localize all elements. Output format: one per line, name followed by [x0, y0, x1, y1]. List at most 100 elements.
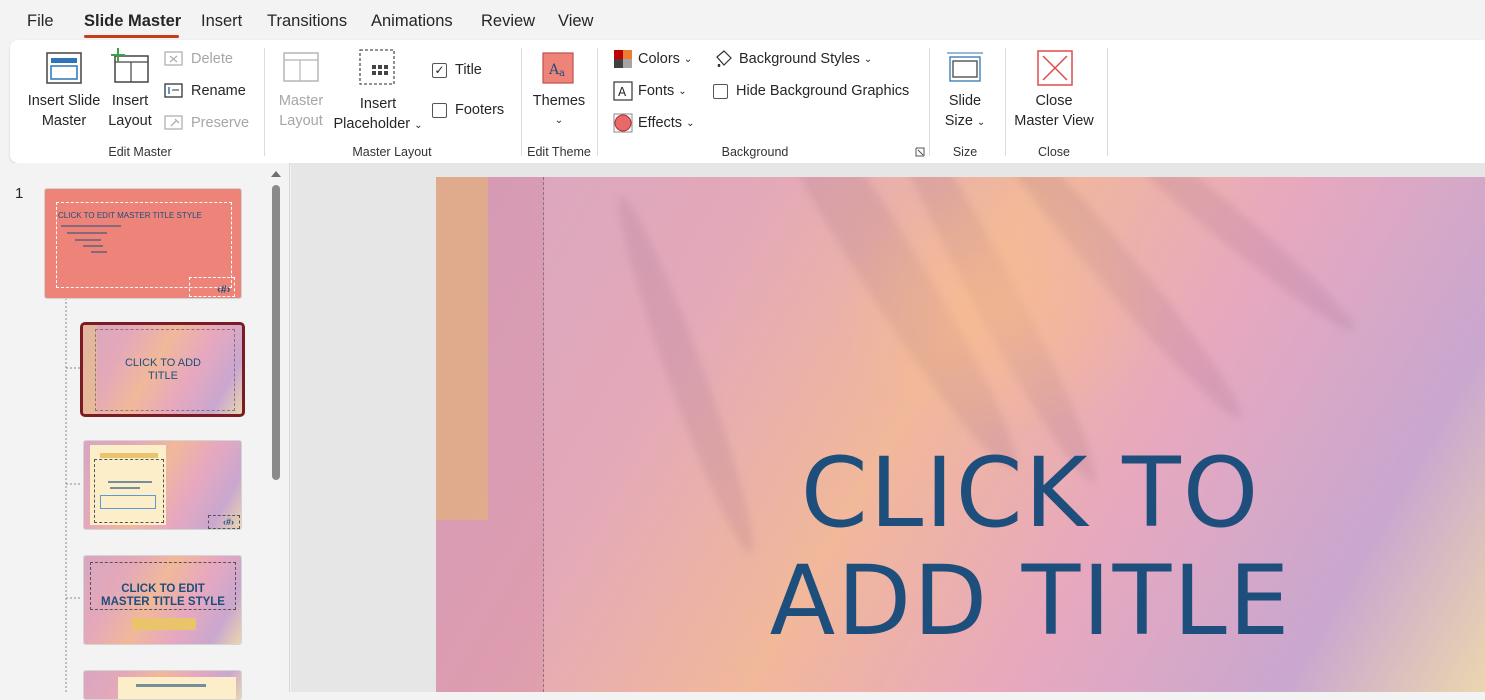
tab-insert[interactable]: Insert — [201, 12, 242, 31]
content-icons — [100, 495, 156, 509]
background-styles-label: Background Styles — [739, 51, 860, 67]
delete-button[interactable]: Delete — [164, 47, 233, 71]
title-checkbox-label: Title — [455, 62, 482, 78]
master-layout-label-2: Layout — [279, 113, 323, 129]
chevron-down-icon: ⌄ — [976, 117, 986, 128]
page-number-symbol: ‹#› — [223, 517, 234, 527]
slide-size-label-2: Size — [944, 113, 973, 129]
group-separator — [597, 48, 598, 156]
hide-background-graphics-label: Hide Background Graphics — [736, 83, 910, 99]
master-layout-icon — [283, 52, 319, 82]
close-master-view-icon — [1037, 50, 1073, 86]
chevron-down-icon: ⌄ — [863, 53, 873, 65]
slide-number: 1 — [15, 185, 24, 202]
ribbon: Insert Slide Master Insert Layout Delete — [10, 40, 1485, 163]
delete-slide-icon — [164, 51, 183, 66]
chevron-down-icon: ⌄ — [554, 115, 564, 126]
slide-preview[interactable]: CLICK TO ADD TITLE — [436, 177, 1485, 692]
colors-label: Colors — [638, 51, 680, 67]
title-checkbox-box[interactable]: ✓ — [432, 62, 447, 78]
effects-label: Effects — [638, 115, 683, 131]
tab-view[interactable]: View — [558, 12, 593, 31]
fonts-button[interactable]: A Fonts ⌄ — [613, 79, 687, 103]
title-bar — [100, 453, 158, 458]
content-placeholder-outline — [94, 459, 164, 523]
warm-glow — [836, 177, 1166, 437]
left-tint-band — [436, 177, 544, 692]
footers-checkbox-label: Footers — [455, 102, 505, 118]
dialog-launcher-icon[interactable] — [915, 147, 925, 157]
insert-placeholder-label-2: Placeholder — [333, 116, 411, 132]
slide-size-label-1: Slide — [948, 93, 982, 109]
layout-thumb-title: CLICK TO ADD TITLE — [124, 357, 201, 382]
delete-label: Delete — [191, 51, 233, 67]
chevron-down-icon: ⌄ — [678, 85, 687, 97]
layout-thumbnail-title-slide[interactable]: CLICK TO ADD TITLE — [80, 322, 245, 417]
group-separator — [929, 48, 930, 156]
insert-slide-master-label-2: Master — [41, 113, 87, 129]
group-label-close: Close — [1038, 145, 1070, 159]
group-label-size: Size — [952, 145, 978, 159]
bullet-line — [91, 251, 107, 253]
title-bar — [136, 684, 206, 687]
close-master-view-label-2: Master View — [1014, 113, 1094, 129]
group-label-background: Background — [721, 145, 789, 159]
tab-transitions[interactable]: Transitions — [267, 12, 347, 31]
insert-layout-icon — [111, 48, 149, 83]
slide-master-thumbnail[interactable]: CLICK TO EDIT MASTER TITLE STYLE ‹#› — [44, 188, 242, 299]
insert-slide-master-icon — [46, 52, 82, 84]
preserve-button[interactable]: Preserve — [164, 111, 249, 135]
title-checkbox[interactable]: ✓ Title — [432, 58, 482, 82]
group-label-edit-master: Edit Master — [108, 145, 172, 159]
group-label-edit-theme: Edit Theme — [527, 145, 591, 159]
layout-thumbnail-content[interactable]: ‹#› — [83, 440, 242, 530]
tab-review[interactable]: Review — [481, 12, 535, 31]
bullet-line — [110, 487, 140, 489]
layout-thumbnail-two-content[interactable] — [83, 670, 242, 700]
background-styles-icon — [716, 50, 732, 67]
slide-title-line-2: ADD TITLE — [769, 545, 1292, 657]
chevron-down-icon: ⌄ — [686, 117, 695, 129]
layout-thumbnail-section-header[interactable]: CLICK TO EDIT MASTER TITLE STYLE — [83, 555, 242, 645]
bullet-line — [61, 225, 121, 227]
colors-button[interactable]: Colors ⌄ — [613, 47, 692, 71]
themes-icon: A a — [542, 52, 574, 84]
effects-button[interactable]: Effects ⌄ — [613, 111, 694, 135]
svg-text:A: A — [618, 85, 627, 99]
scroll-up-arrow-icon[interactable] — [270, 169, 282, 179]
hide-background-graphics-checkbox[interactable]: Hide Background Graphics — [713, 79, 909, 103]
tab-slide-master[interactable]: Slide Master — [84, 12, 181, 31]
tab-file[interactable]: File — [27, 12, 54, 31]
fonts-label: Fonts — [638, 83, 675, 99]
preserve-label: Preserve — [191, 115, 250, 131]
slide-size-icon — [947, 52, 983, 82]
insert-placeholder-label-1: Insert — [359, 96, 397, 112]
rename-icon — [164, 83, 183, 98]
master-thumb-title: CLICK TO EDIT MASTER TITLE STYLE — [58, 211, 202, 220]
chevron-down-icon: ⌄ — [414, 120, 423, 131]
footers-checkbox-box[interactable] — [432, 102, 447, 118]
rename-button[interactable]: Rename — [164, 79, 246, 103]
insert-slide-master-label-1: Insert Slide — [27, 93, 101, 109]
tab-animations[interactable]: Animations — [371, 12, 453, 31]
insert-layout-label-1: Insert — [111, 93, 149, 109]
group-separator — [521, 48, 522, 156]
bullet-line — [75, 239, 101, 241]
panel-scrollbar-thumb[interactable] — [272, 185, 280, 480]
svg-text:a: a — [559, 68, 565, 79]
group-separator — [264, 48, 265, 156]
rename-label: Rename — [191, 83, 246, 99]
subtitle-bar — [132, 618, 196, 630]
page-number-symbol: ‹#› — [217, 284, 231, 296]
footers-checkbox[interactable]: Footers — [432, 98, 504, 122]
fonts-icon: A — [613, 81, 633, 101]
group-separator — [1107, 48, 1108, 156]
hide-background-graphics-box[interactable] — [713, 83, 728, 99]
insert-placeholder-icon — [359, 49, 395, 85]
close-master-view-label-1: Close — [1035, 93, 1073, 109]
placeholder-guide — [543, 177, 544, 692]
ribbon-tabs: File Slide Master Insert Transitions Ani… — [0, 0, 1485, 40]
chevron-down-icon: ⌄ — [683, 53, 693, 65]
background-styles-button[interactable]: Background Styles ⌄ — [714, 47, 872, 71]
layout-thumb-title: CLICK TO EDIT MASTER TITLE STYLE — [101, 583, 225, 608]
